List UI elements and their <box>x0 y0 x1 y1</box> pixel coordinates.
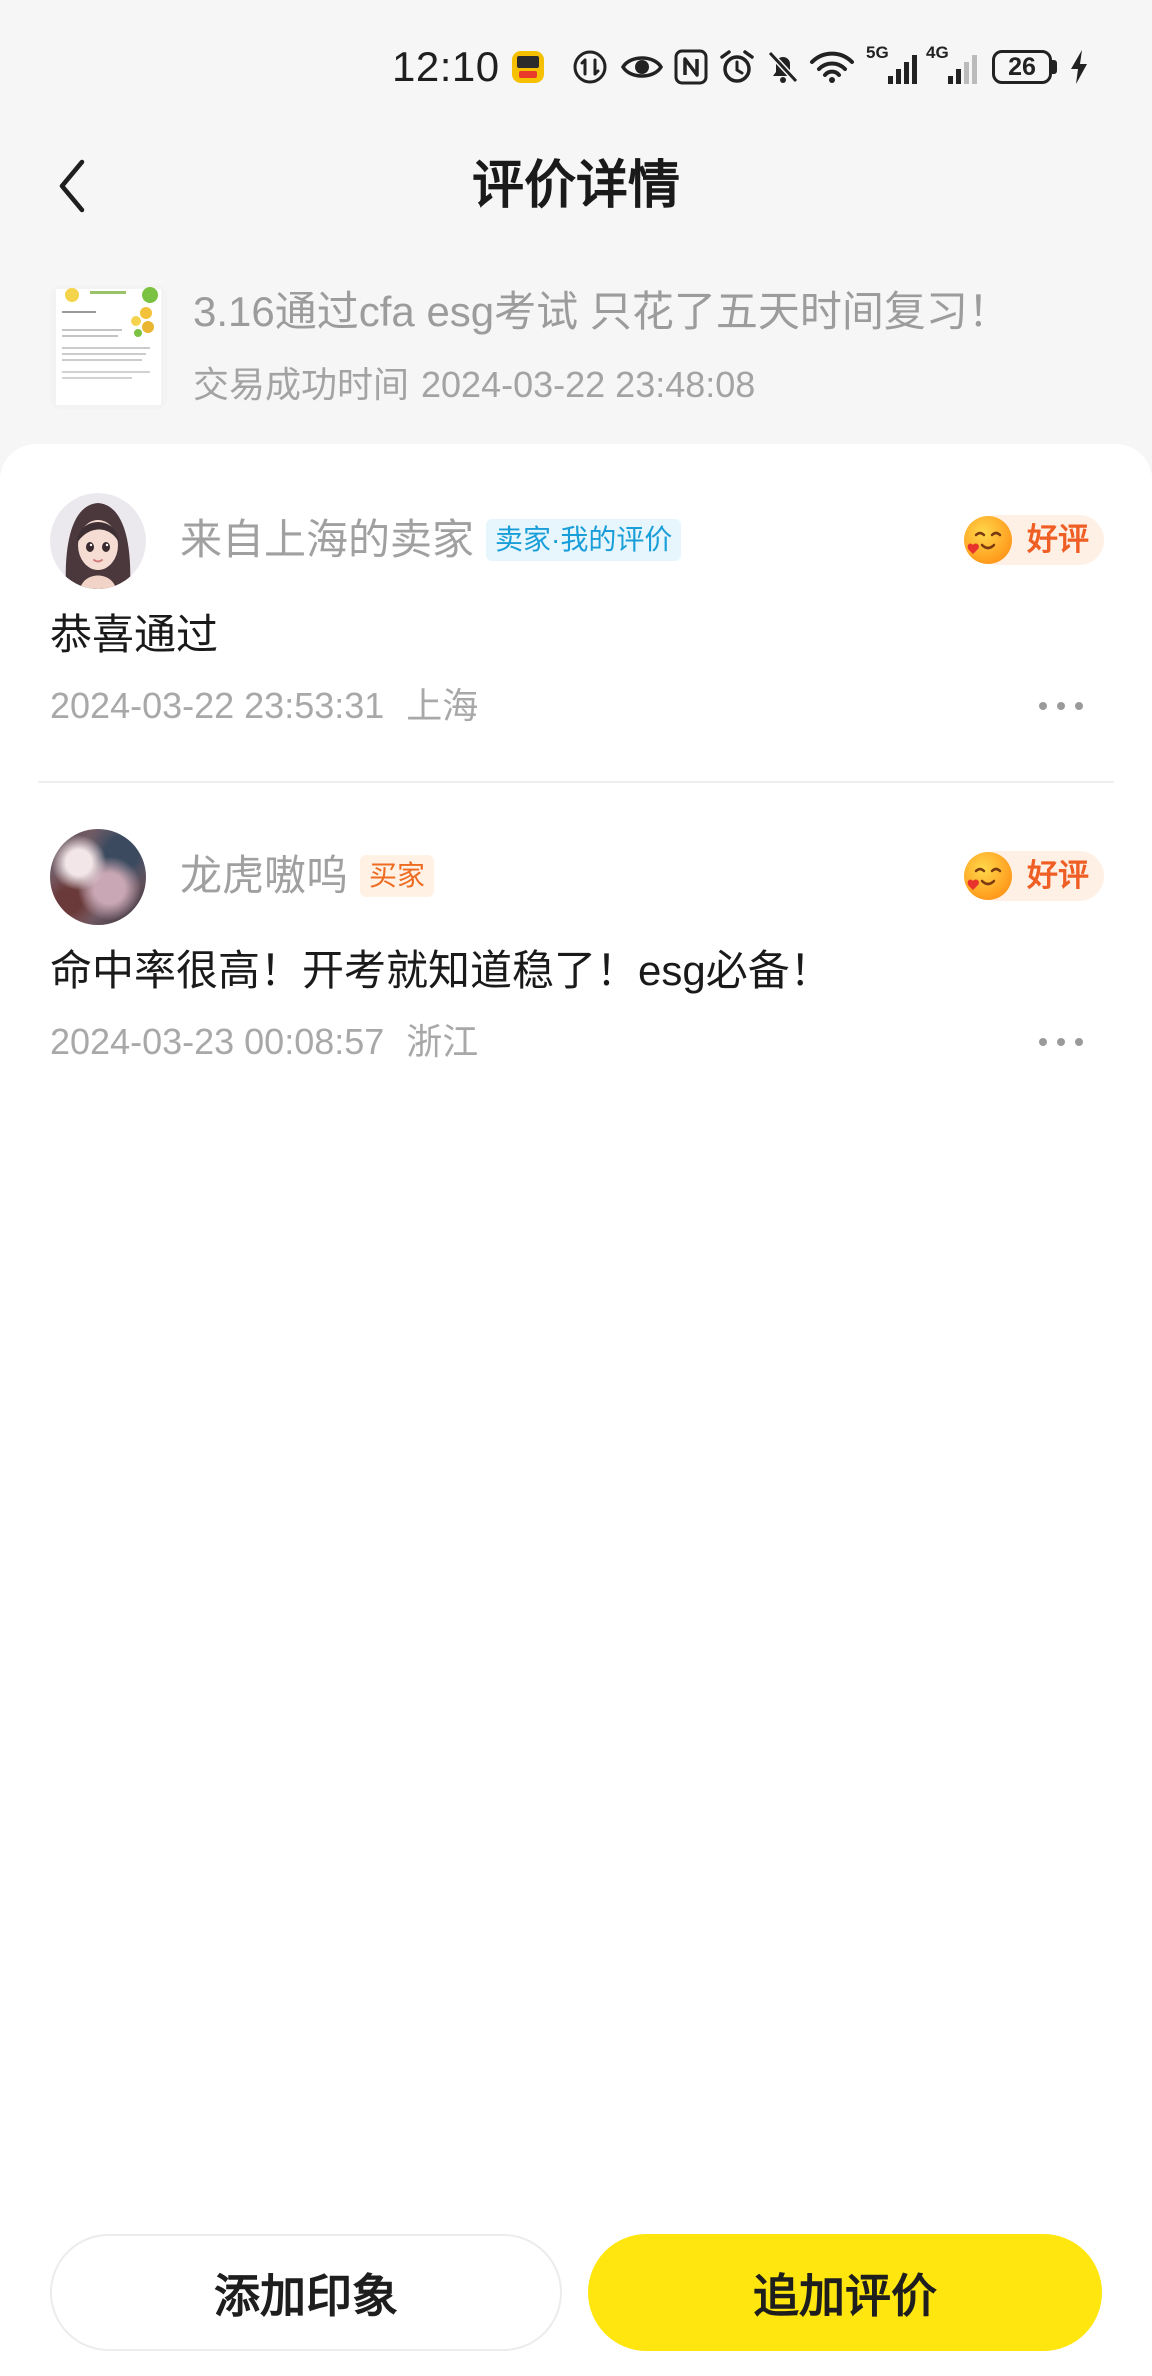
role-tag: 买家 <box>360 855 435 897</box>
review-meta: 2024-03-23 00:08:57 浙江 <box>50 1017 478 1067</box>
more-dots-icon[interactable] <box>1036 694 1086 718</box>
review-content: 恭喜通过 <box>50 611 219 658</box>
product-thumbnail[interactable] <box>50 285 167 409</box>
status-time: 12:10 <box>392 43 500 90</box>
reviewer-row: 来自上海的卖家 卖家·我的评价 <box>180 510 682 570</box>
avatar-image <box>50 493 146 589</box>
review-location: 上海 <box>406 685 479 726</box>
avatar[interactable] <box>50 829 146 925</box>
rating-badge: 好评 <box>961 515 1104 565</box>
trade-time-line: 交易成功时间 2024-03-22 23:48:08 <box>193 360 755 410</box>
signal-5g-icon: 5G <box>866 44 920 88</box>
page-title: 评价详情 <box>471 157 680 215</box>
alarm-icon <box>720 50 754 83</box>
document-thumbnail-image <box>50 285 167 409</box>
review-date: 2024-03-22 23:53:31 <box>50 685 385 726</box>
reviewer-name[interactable]: 来自上海的卖家 <box>180 510 474 570</box>
smiling-face-icon <box>964 516 1012 564</box>
charging-icon <box>1071 50 1087 84</box>
rating-badge: 好评 <box>961 851 1104 901</box>
add-impression-button[interactable]: 添加印象 <box>50 2234 562 2351</box>
wifi-icon <box>810 51 854 83</box>
rating-label: 好评 <box>1027 522 1089 557</box>
data-saver-icon <box>573 50 607 84</box>
trade-time-value: 2024-03-22 23:48:08 <box>421 364 756 405</box>
app-notification-icon <box>512 51 544 83</box>
battery-nub <box>1052 60 1057 74</box>
avatar[interactable] <box>50 493 146 589</box>
smiling-face-icon <box>964 852 1012 900</box>
product-summary[interactable]: 3.16通过cfa esg考试 只花了五天时间复习！ 交易成功时间 2024-03… <box>0 280 1152 420</box>
add-review-button[interactable]: 追加评价 <box>588 2234 1102 2351</box>
trade-time-label: 交易成功时间 <box>193 364 410 405</box>
product-title: 3.16通过cfa esg考试 只花了五天时间复习！ <box>193 288 1010 335</box>
role-tag: 卖家·我的评价 <box>486 519 682 561</box>
reviewer-name[interactable]: 龙虎嗷呜 <box>180 846 348 906</box>
bell-off-icon <box>767 50 799 84</box>
eye-icon <box>620 56 664 78</box>
divider <box>38 781 1114 783</box>
reviewer-row: 龙虎嗷呜 买家 <box>180 846 435 906</box>
review-item: 来自上海的卖家 卖家·我的评价 好评 恭喜通过 2024-03-22 23:53… <box>0 490 1152 760</box>
nfc-icon <box>674 49 708 85</box>
signal-4g-icon: 4G <box>926 44 980 88</box>
rating-label: 好评 <box>1027 858 1089 893</box>
review-item: 龙虎嗷呜 买家 好评 命中率很高！开考就知道稳了！esg必备！ 2024-03-… <box>0 826 1152 1096</box>
battery-icon: 26 <box>992 50 1052 84</box>
more-dots-icon[interactable] <box>1036 1030 1086 1054</box>
review-date: 2024-03-23 00:08:57 <box>50 1021 385 1062</box>
review-location: 浙江 <box>406 1021 479 1062</box>
review-meta: 2024-03-22 23:53:31 上海 <box>50 681 478 731</box>
review-content: 命中率很高！开考就知道稳了！esg必备！ <box>50 947 832 994</box>
